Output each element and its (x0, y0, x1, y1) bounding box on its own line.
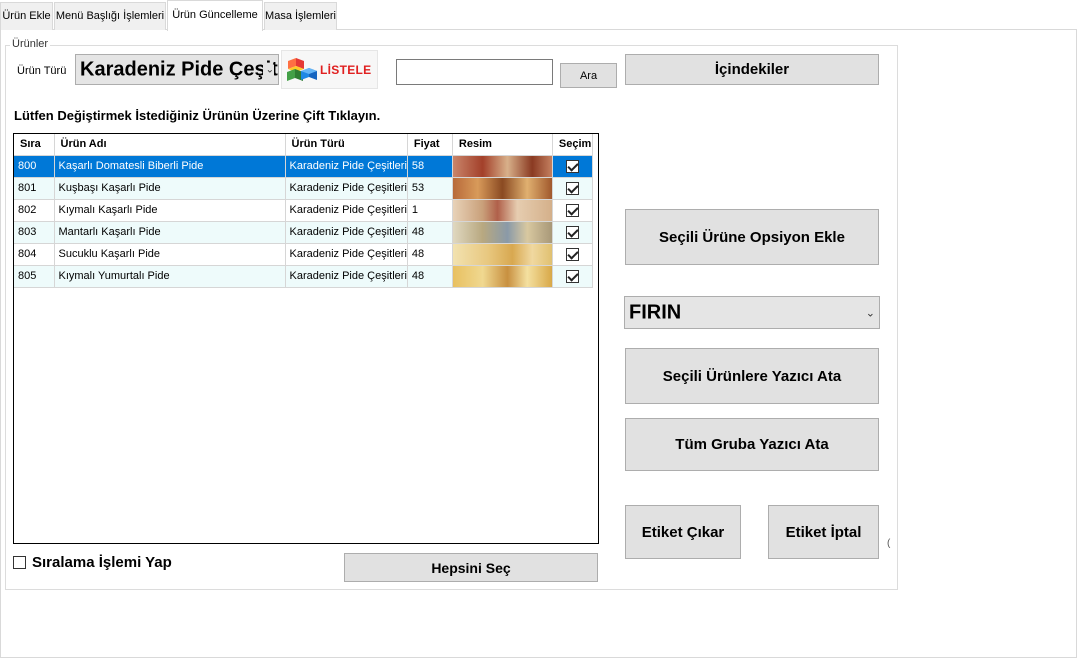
search-input[interactable] (396, 59, 553, 85)
col-header-resim[interactable]: Resim (452, 134, 553, 156)
table-header-row: Sıra Ürün Adı Ürün Türü Fiyat Resim Seçi… (14, 134, 593, 156)
tab-menu-basligi[interactable]: Menü Başlığı İşlemleri (54, 2, 166, 30)
cell-resim (452, 177, 553, 200)
side-glyph: ( (887, 538, 891, 549)
product-type-value: Karadeniz Pide Çeşitleri (80, 58, 278, 80)
products-table: Sıra Ürün Adı Ürün Türü Fiyat Resim Seçi… (14, 134, 593, 288)
tab-urun-ekle[interactable]: Ürün Ekle (0, 2, 53, 30)
table-row[interactable]: 801 Kuşbaşı Kaşarlı Pide Karadeniz Pide … (14, 177, 593, 200)
product-image (452, 177, 552, 198)
product-image (452, 265, 552, 286)
tab-urun-guncelleme[interactable]: Ürün Güncelleme (167, 0, 263, 31)
cell-urun-turu: Karadeniz Pide Çeşitleri (285, 265, 408, 288)
cell-secim[interactable] (552, 155, 593, 178)
cell-urun-adi: Kaşarlı Domatesli Biberli Pide (54, 155, 286, 178)
product-type-combo[interactable]: Karadeniz Pide Çeşitleri ⌄ (75, 54, 279, 85)
sort-checkbox-label[interactable]: Sıralama İşlemi Yap (32, 554, 172, 571)
product-image (452, 199, 552, 220)
cell-sira: 802 (14, 199, 55, 222)
tab-strip: Ürün Ekle Menü Başlığı İşlemleri Ürün Gü… (0, 0, 1077, 31)
cell-urun-turu: Karadeniz Pide Çeşitleri (285, 243, 408, 266)
table-row[interactable]: 805 Kıymalı Yumurtalı Pide Karadeniz Pid… (14, 265, 593, 288)
instruction-text: Lütfen Değiştirmek İstediğiniz Ürünün Üz… (14, 108, 381, 123)
cell-urun-turu: Karadeniz Pide Çeşitleri (285, 221, 408, 244)
cell-fiyat: 1 (407, 199, 453, 222)
search-button[interactable]: Ara (560, 63, 617, 88)
cell-urun-adi: Sucuklu Kaşarlı Pide (54, 243, 286, 266)
list-button-label: LİSTELE (320, 63, 372, 77)
cell-urun-adi: Mantarlı Kaşarlı Pide (54, 221, 286, 244)
cell-fiyat: 58 (407, 155, 453, 178)
cell-urun-turu: Karadeniz Pide Çeşitleri (285, 177, 408, 200)
product-type-label: Ürün Türü (17, 65, 67, 77)
select-checkbox[interactable] (565, 159, 579, 173)
printer-value: FIRIN (629, 301, 682, 323)
cell-urun-turu: Karadeniz Pide Çeşitleri (285, 199, 408, 222)
sort-checkbox[interactable] (13, 556, 26, 569)
col-header-urun-adi[interactable]: Ürün Adı (54, 134, 286, 156)
cell-resim (452, 199, 553, 222)
col-header-secim[interactable]: Seçim (552, 134, 593, 156)
cell-sira: 803 (14, 221, 55, 244)
cell-fiyat: 48 (407, 221, 453, 244)
list-button[interactable]: LİSTELE (281, 50, 378, 89)
cell-secim[interactable] (552, 265, 593, 288)
cell-urun-adi: Kıymalı Yumurtalı Pide (54, 265, 286, 288)
cell-secim[interactable] (552, 177, 593, 200)
cell-sira: 804 (14, 243, 55, 266)
printer-combo[interactable]: FIRIN ⌄ (624, 296, 880, 329)
label-print-button[interactable]: Etiket Çıkar (625, 505, 741, 559)
cell-resim (452, 155, 553, 178)
cell-fiyat: 48 (407, 243, 453, 266)
cell-sira: 801 (14, 177, 55, 200)
product-image (452, 221, 552, 242)
assign-printer-button[interactable]: Seçili Ürünlere Yazıcı Ata (625, 348, 879, 404)
select-all-button[interactable]: Hepsini Seç (344, 553, 598, 582)
groupbox-title: Ürünler (10, 38, 51, 50)
cubes-icon (287, 58, 317, 81)
cell-resim (452, 243, 553, 266)
select-checkbox[interactable] (565, 247, 579, 261)
select-checkbox[interactable] (565, 203, 579, 217)
cell-sira: 800 (14, 155, 55, 178)
cell-resim (452, 221, 553, 244)
assign-group-printer-button[interactable]: Tüm Gruba Yazıcı Ata (625, 418, 879, 471)
cell-resim (452, 265, 553, 288)
cell-secim[interactable] (552, 199, 593, 222)
table-row[interactable]: 804 Sucuklu Kaşarlı Pide Karadeniz Pide … (14, 243, 593, 266)
product-image (452, 243, 552, 264)
cell-sira: 805 (14, 265, 55, 288)
col-header-fiyat[interactable]: Fiyat (407, 134, 453, 156)
chevron-down-icon: ⌄ (262, 64, 274, 75)
table-row[interactable]: 803 Mantarlı Kaşarlı Pide Karadeniz Pide… (14, 221, 593, 244)
chevron-down-icon: ⌄ (865, 307, 875, 319)
select-checkbox[interactable] (565, 269, 579, 283)
col-header-sira[interactable]: Sıra (14, 134, 55, 156)
select-checkbox[interactable] (565, 181, 579, 195)
cell-urun-turu: Karadeniz Pide Çeşitleri (285, 155, 408, 178)
cell-fiyat: 48 (407, 265, 453, 288)
table-row[interactable]: 800 Kaşarlı Domatesli Biberli Pide Karad… (14, 155, 593, 178)
cell-secim[interactable] (552, 243, 593, 266)
product-image (452, 155, 552, 176)
cell-urun-adi: Kuşbaşı Kaşarlı Pide (54, 177, 286, 200)
col-header-urun-turu[interactable]: Ürün Türü (285, 134, 408, 156)
label-cancel-button[interactable]: Etiket İptal (768, 505, 879, 559)
cell-fiyat: 53 (407, 177, 453, 200)
tab-masa-islemleri[interactable]: Masa İşlemleri (264, 2, 337, 30)
add-option-button[interactable]: Seçili Ürüne Opsiyon Ekle (625, 209, 879, 265)
table-row[interactable]: 802 Kıymalı Kaşarlı Pide Karadeniz Pide … (14, 199, 593, 222)
cell-urun-adi: Kıymalı Kaşarlı Pide (54, 199, 286, 222)
cell-secim[interactable] (552, 221, 593, 244)
contents-button[interactable]: İçindekiler (625, 54, 879, 85)
products-grid[interactable]: Sıra Ürün Adı Ürün Türü Fiyat Resim Seçi… (13, 133, 599, 544)
select-checkbox[interactable] (565, 225, 579, 239)
